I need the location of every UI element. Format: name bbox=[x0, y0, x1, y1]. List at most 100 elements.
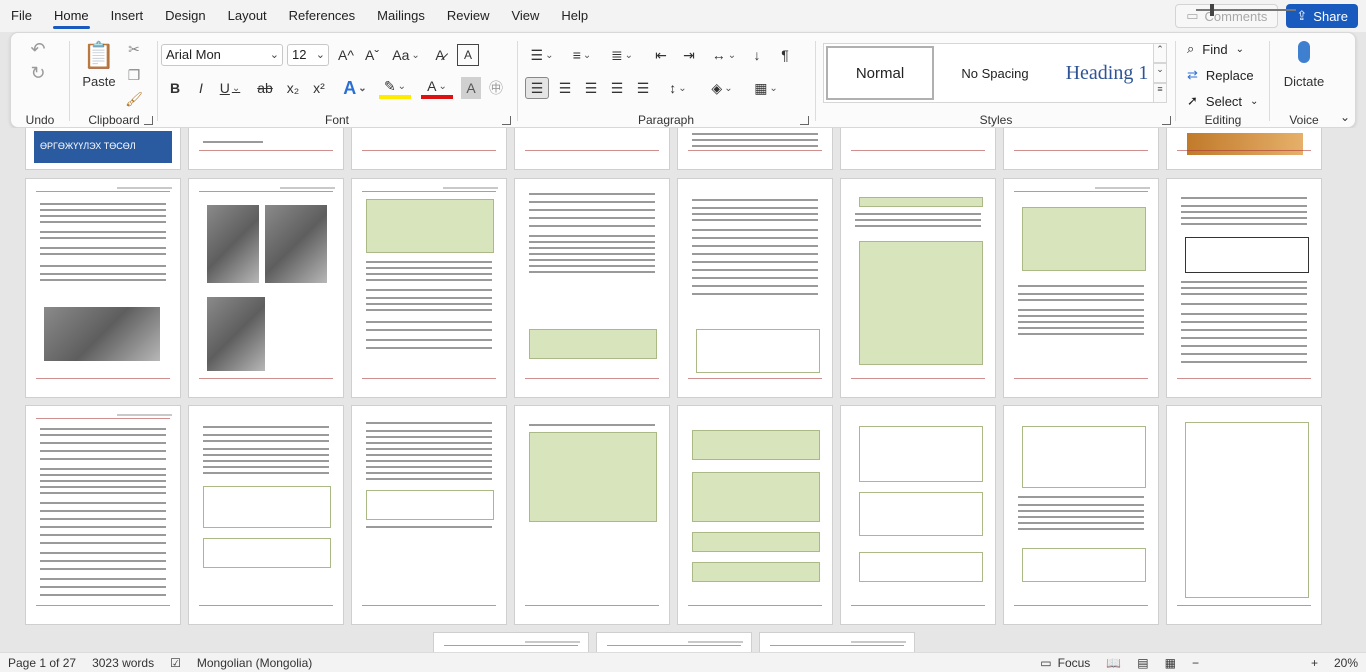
page-thumbnail[interactable] bbox=[514, 128, 670, 170]
clipboard-launcher-icon[interactable] bbox=[144, 116, 153, 125]
page-thumbnail[interactable] bbox=[677, 178, 833, 398]
zoom-slider-thumb[interactable] bbox=[1210, 4, 1214, 16]
zoom-out-icon[interactable]: − bbox=[1184, 656, 1207, 670]
dictate-button[interactable]: Dictate bbox=[1271, 73, 1337, 89]
tab-file[interactable]: File bbox=[0, 0, 43, 32]
page-thumbnail[interactable] bbox=[351, 405, 507, 625]
clear-formatting-icon[interactable]: A̷ bbox=[429, 44, 451, 66]
subscript-button[interactable]: x₂ bbox=[281, 77, 305, 99]
cut-icon[interactable]: ✂ bbox=[123, 39, 145, 59]
page-thumbnail[interactable] bbox=[188, 128, 344, 170]
page-count[interactable]: Page 1 of 27 bbox=[0, 656, 84, 670]
page-thumbnail[interactable] bbox=[433, 632, 589, 652]
page-thumbnail[interactable] bbox=[840, 405, 996, 625]
increase-indent-icon[interactable]: ⇥ bbox=[677, 44, 701, 66]
page-thumbnail[interactable] bbox=[677, 128, 833, 170]
page-thumbnail[interactable] bbox=[351, 178, 507, 398]
distributed-icon[interactable]: ☰ bbox=[631, 77, 655, 99]
font-name-select[interactable]: Arial Mon ⌄ bbox=[161, 44, 283, 66]
page-thumbnail[interactable] bbox=[25, 405, 181, 625]
comments-button[interactable]: ▭ Comments bbox=[1175, 4, 1279, 28]
page-thumbnail[interactable] bbox=[1003, 405, 1159, 625]
undo-icon[interactable]: ↶ bbox=[23, 39, 53, 59]
highlight-icon[interactable]: ✎ bbox=[379, 77, 411, 99]
enclose-characters-icon[interactable]: ㊥ bbox=[485, 77, 507, 99]
underline-button[interactable]: U bbox=[215, 77, 245, 99]
page-thumbnail[interactable] bbox=[1003, 178, 1159, 398]
page-thumbnail[interactable]: ӨРГӨЖҮҮЛЭХ ТӨСӨЛ bbox=[25, 128, 181, 170]
focus-button[interactable]: ▭ Focus bbox=[1032, 656, 1098, 670]
superscript-button[interactable]: x² bbox=[307, 77, 331, 99]
collapse-ribbon-icon[interactable]: ⌄ bbox=[1337, 109, 1353, 125]
line-spacing-icon[interactable]: ↕ bbox=[661, 77, 695, 99]
page-thumbnail[interactable] bbox=[1166, 405, 1322, 625]
align-right-icon[interactable]: ☰ bbox=[579, 77, 603, 99]
shading-icon[interactable]: ◈ bbox=[705, 77, 739, 99]
tab-review[interactable]: Review bbox=[436, 0, 501, 32]
text-effects-icon[interactable]: A bbox=[339, 77, 371, 99]
document-area[interactable]: ӨРГӨЖҮҮЛЭХ ТӨСӨЛ bbox=[0, 128, 1366, 652]
sort-icon[interactable]: ↓ bbox=[745, 44, 769, 66]
tab-references[interactable]: References bbox=[278, 0, 366, 32]
page-thumbnail[interactable] bbox=[1003, 128, 1159, 170]
shrink-font-button[interactable]: Aˇ bbox=[361, 44, 383, 66]
numbering-icon[interactable]: ≡ bbox=[565, 44, 599, 66]
language-indicator[interactable]: Mongolian (Mongolia) bbox=[189, 656, 320, 670]
zoom-in-icon[interactable]: + bbox=[1303, 656, 1326, 670]
paragraph-launcher-icon[interactable] bbox=[800, 116, 809, 125]
bold-button[interactable]: B bbox=[165, 77, 185, 99]
proofing-icon[interactable]: ☑ bbox=[162, 656, 189, 670]
paste-icon[interactable]: 📋 bbox=[81, 39, 117, 71]
character-shading-icon[interactable]: A bbox=[461, 77, 481, 99]
page-thumbnail[interactable] bbox=[25, 178, 181, 398]
read-mode-icon[interactable]: 📖 bbox=[1098, 656, 1129, 670]
page-thumbnail[interactable] bbox=[596, 632, 752, 652]
web-layout-icon[interactable]: ▦ bbox=[1157, 656, 1184, 670]
page-thumbnail[interactable] bbox=[677, 405, 833, 625]
font-color-icon[interactable]: A bbox=[421, 77, 453, 99]
text-box-icon[interactable]: A bbox=[457, 44, 479, 66]
page-thumbnail[interactable] bbox=[840, 128, 996, 170]
print-layout-icon[interactable]: ▤ bbox=[1129, 656, 1156, 670]
tab-view[interactable]: View bbox=[500, 0, 550, 32]
page-thumbnail[interactable] bbox=[514, 405, 670, 625]
borders-icon[interactable]: ▦ bbox=[749, 77, 783, 99]
format-painter-icon[interactable]: 🖌 bbox=[123, 89, 145, 109]
text-line bbox=[40, 428, 166, 430]
page-thumbnail[interactable] bbox=[514, 178, 670, 398]
page-thumbnail[interactable] bbox=[188, 178, 344, 398]
decrease-indent-icon[interactable]: ⇤ bbox=[649, 44, 673, 66]
page-thumbnail[interactable] bbox=[840, 178, 996, 398]
page-thumbnail[interactable] bbox=[1166, 128, 1322, 170]
tab-help[interactable]: Help bbox=[550, 0, 599, 32]
font-launcher-icon[interactable] bbox=[502, 116, 511, 125]
word-count[interactable]: 3023 words bbox=[84, 656, 162, 670]
tab-home[interactable]: Home bbox=[43, 0, 100, 32]
tab-design[interactable]: Design bbox=[154, 0, 216, 32]
grow-font-button[interactable]: A^ bbox=[335, 44, 357, 66]
redo-icon[interactable]: ↻ bbox=[23, 63, 53, 83]
justify-icon[interactable]: ☰ bbox=[605, 77, 629, 99]
align-left-icon[interactable]: ☰ bbox=[525, 77, 549, 99]
align-center-icon[interactable]: ☰ bbox=[553, 77, 577, 99]
tab-mailings[interactable]: Mailings bbox=[366, 0, 436, 32]
change-case-button[interactable]: Aa bbox=[389, 44, 423, 66]
copy-icon[interactable]: ❐ bbox=[123, 65, 145, 85]
zoom-level[interactable]: 20% bbox=[1326, 656, 1366, 670]
strikethrough-button[interactable]: ab bbox=[253, 77, 277, 99]
page-thumbnail[interactable] bbox=[188, 405, 344, 625]
tab-insert[interactable]: Insert bbox=[100, 0, 155, 32]
page-thumbnail[interactable] bbox=[1166, 178, 1322, 398]
multilevel-list-icon[interactable]: ≣ bbox=[605, 44, 639, 66]
paste-label[interactable]: Paste bbox=[79, 73, 119, 89]
share-button[interactable]: ⇪ Share bbox=[1286, 4, 1358, 28]
font-size-select[interactable]: 12 ⌄ bbox=[287, 44, 329, 66]
italic-button[interactable]: I bbox=[191, 77, 211, 99]
bullets-icon[interactable]: ☰ bbox=[525, 44, 559, 66]
page-thumbnail[interactable] bbox=[759, 632, 915, 652]
tab-layout[interactable]: Layout bbox=[217, 0, 278, 32]
pilcrow-icon[interactable]: ¶ bbox=[773, 44, 797, 66]
styles-launcher-icon[interactable] bbox=[1162, 116, 1171, 125]
asian-layout-icon[interactable]: ↔ bbox=[707, 44, 741, 66]
page-thumbnail[interactable] bbox=[351, 128, 507, 170]
